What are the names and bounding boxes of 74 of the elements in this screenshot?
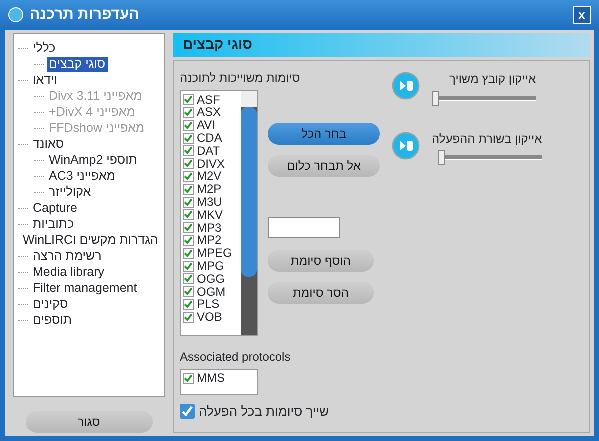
extension-label: MKV [197,208,224,222]
checkbox[interactable] [183,273,194,284]
checkbox[interactable] [183,235,194,246]
checkbox[interactable] [183,260,194,272]
checkbox[interactable] [183,312,194,323]
checkbox-label: שייך סיומות בכל הפעלה [199,404,330,420]
extension-label: M3U [197,194,222,210]
checkbox[interactable] [183,158,194,170]
checkbox[interactable] [183,132,194,144]
checkbox[interactable] [183,372,194,384]
section-label: סיומות משוייכות לתוכנה [180,71,300,86]
media-icon [392,132,420,160]
extension-label: DIVX [197,156,226,171]
slider-thumb[interactable] [432,90,439,106]
checkbox[interactable] [183,145,194,156]
app-icon [8,7,24,23]
extension-label: MPEG [197,246,232,261]
tree-item[interactable]: Media library [31,264,107,280]
extension-label: PLS [197,297,220,312]
slider-label: אייקון בשורת ההפעלה [432,132,542,146]
extension-input[interactable] [268,217,340,238]
checkbox[interactable] [183,171,194,182]
extension-label: OGM [197,284,226,299]
tree-item[interactable]: Capture [31,200,80,216]
checkbox[interactable] [183,299,194,310]
checkbox[interactable] [183,209,194,220]
tree-item[interactable]: כללי [31,40,58,56]
checkbox[interactable] [183,222,194,234]
extension-label: AVI [197,118,216,133]
tree-item[interactable]: רשימת הרצה [31,248,104,264]
extension-label: DAT [197,144,220,158]
extension-label: MP3 [197,220,222,235]
extension-label: CDA [197,130,222,146]
tree-item[interactable]: הגדרות מקשים וWinLIRC [21,232,160,248]
checkbox[interactable] [183,120,194,131]
close-button[interactable]: x [573,6,591,24]
tree-item[interactable]: סאונד [31,136,66,152]
section-label: Associated protocols [180,350,292,365]
close-button[interactable]: סגור [26,411,152,433]
tree-item[interactable]: מאפייני AC3 [47,168,118,184]
extension-label: VOB [197,310,222,325]
slider-thumb[interactable] [438,150,446,166]
action-button[interactable]: אל תבחר כלום [268,155,380,178]
protocol-label: MMS [197,370,225,386]
extension-label: ASF [197,92,220,107]
tree-item[interactable]: וידאו [31,72,60,88]
action-button[interactable]: הוסף סיומת [268,250,374,272]
extension-label: OGG [197,272,226,286]
tree-item[interactable]: אקולייזר [47,184,94,200]
extension-label: MP2 [197,233,222,248]
checkbox[interactable] [180,404,195,420]
checkbox[interactable] [183,184,194,195]
extension-label: ASX [197,105,222,120]
checkbox[interactable] [183,196,194,208]
extension-label: M2P [197,182,222,197]
checkbox[interactable] [183,107,194,118]
tree-item[interactable]: כתוביות [31,216,76,232]
extension-label: MPG [197,258,224,274]
window-title: העדפרות תרכנה [30,6,140,24]
media-icon [392,72,420,100]
extension-label: M2V [197,169,222,184]
scrollbar[interactable] [241,91,257,336]
action-button[interactable]: הסר סיומת [268,282,374,304]
tree-item[interactable]: סקינים [31,296,70,312]
tree-item[interactable]: סוגי קבצים [47,56,108,72]
tree-item[interactable]: תוספים [31,312,74,328]
checkbox[interactable] [183,248,194,259]
checkbox[interactable] [183,94,194,106]
checkbox[interactable] [183,286,194,298]
tree-item[interactable]: תוספי WinAmp2 [47,152,140,168]
tree-item[interactable]: Filter management [31,280,140,296]
panel-title: סוגי קבצים [173,33,590,57]
action-button[interactable]: בחר הכל [268,123,380,146]
slider-label: אייקון קובץ משויך [450,72,536,87]
